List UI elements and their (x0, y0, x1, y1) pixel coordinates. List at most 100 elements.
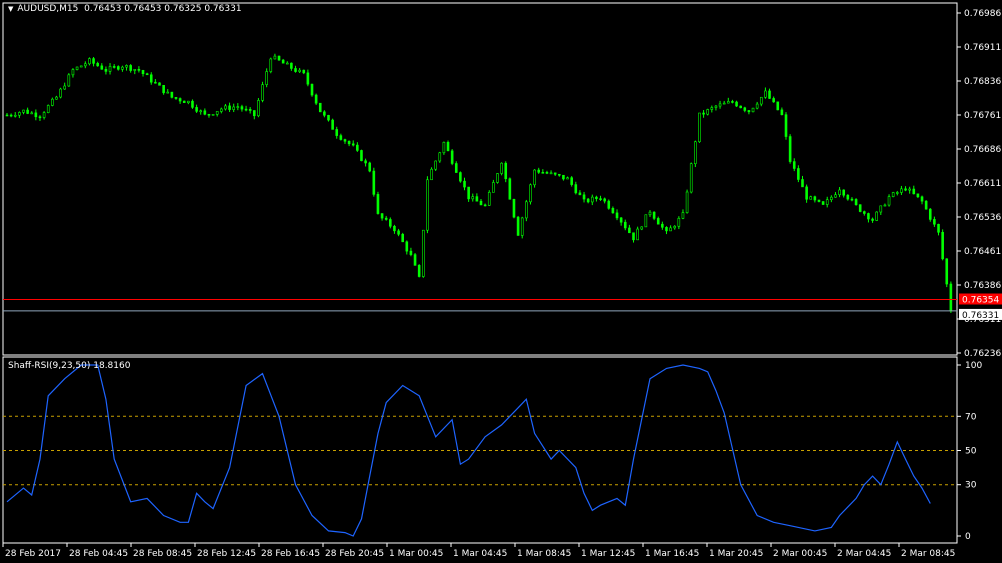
candle-body (611, 208, 615, 214)
candle-body (595, 196, 598, 199)
candle-body (302, 69, 306, 74)
candle-body (533, 169, 536, 186)
indicator-label: 30 (965, 481, 977, 491)
candle-body (438, 152, 442, 162)
candle-body (137, 69, 141, 71)
price-label: 0.76536 (964, 213, 1001, 223)
candle-body (154, 81, 157, 84)
candle-body (413, 254, 417, 266)
candle-body (182, 100, 186, 103)
candle-body (558, 173, 561, 176)
candle-body (830, 196, 833, 201)
time-label: 2 Mar 04:45 (837, 549, 891, 559)
candle-body (751, 107, 755, 113)
candle-body (615, 212, 619, 219)
candle-body (298, 69, 301, 72)
candle-body (817, 199, 821, 202)
triangle-down-icon[interactable]: ▼ (8, 5, 13, 13)
candle-body (63, 85, 67, 90)
candle-body (314, 94, 318, 104)
candle-body (623, 221, 627, 229)
candle-body (537, 169, 541, 173)
candle-body (446, 141, 450, 152)
candle-body (129, 65, 132, 71)
ask-tag-label: 0.76331 (962, 311, 999, 321)
candle-body (949, 283, 953, 312)
candle-body (854, 199, 858, 205)
price-label: 0.76461 (964, 247, 1001, 257)
candle-body (628, 227, 631, 234)
candle-body (104, 68, 108, 72)
candle-body (108, 66, 112, 72)
indicator-axis: 100 70 50 30 0 (957, 361, 982, 542)
indicator-title: Shaff-RSI(9,23,50) 18.8160 (8, 361, 131, 371)
candle-body (603, 198, 606, 202)
indicator-label: 70 (965, 412, 977, 422)
candle-body (924, 200, 928, 210)
price-frame (2, 2, 958, 356)
candle-body (5, 114, 9, 117)
candle-body (805, 186, 808, 200)
candle-body (586, 198, 590, 203)
candle-body (310, 83, 314, 96)
candle-body (13, 114, 17, 117)
candle-body (224, 105, 227, 110)
candle-body (578, 192, 582, 196)
candle-body (459, 172, 462, 182)
candle-body (364, 160, 367, 164)
candle-body (149, 74, 153, 83)
time-label: 1 Mar 04:45 (453, 549, 507, 559)
ohlc-values: 0.76453 0.76453 0.76325 0.76331 (84, 4, 242, 14)
candle-body (257, 100, 260, 117)
indicator-label: 0 (965, 532, 971, 542)
chart-canvas[interactable]: 0.76986 0.76911 0.76836 0.76761 0.76686 0.766… (0, 0, 1002, 563)
candle-body (496, 173, 499, 183)
candle-body (483, 204, 487, 207)
candle-body (937, 223, 940, 233)
candle-body (632, 232, 635, 241)
candle-body (133, 69, 137, 71)
candle-body (84, 63, 87, 67)
time-label: 28 Feb 04:45 (69, 549, 128, 559)
candle-body (640, 226, 644, 230)
candle-body (731, 101, 734, 103)
time-label: 2 Mar 08:45 (901, 549, 955, 559)
time-label: 2 Mar 00:45 (773, 549, 827, 559)
candle-body (529, 184, 532, 203)
candle-body (261, 84, 264, 101)
candle-body (772, 98, 775, 103)
candle-body (871, 218, 874, 221)
candle-body (290, 62, 293, 69)
candle-body (327, 114, 330, 121)
candle-body (516, 216, 520, 236)
price-label: 0.76761 (964, 111, 1001, 121)
candle-body (46, 105, 50, 113)
candle-body (916, 193, 920, 198)
candle-body (908, 188, 911, 191)
candle-body (351, 143, 355, 146)
candle-body (813, 196, 817, 201)
candle-body (335, 129, 339, 136)
indicator-label: 100 (965, 361, 982, 371)
candle-body (570, 177, 573, 185)
candle-body (727, 101, 730, 104)
candle-body (842, 189, 846, 196)
candle-body (677, 218, 681, 227)
candle-body (541, 172, 545, 174)
candle-body (900, 188, 903, 193)
candle-body (409, 250, 413, 255)
symbol-timeframe: AUDUSD,M15 (17, 4, 79, 14)
candle-body (619, 217, 623, 223)
candle-body (706, 109, 709, 115)
candle-body (895, 192, 899, 194)
candle-body (248, 109, 252, 111)
candle-body (215, 111, 219, 115)
candle-body (780, 109, 784, 116)
candle-body (867, 213, 870, 220)
candle-body (776, 101, 780, 111)
candle-body (67, 74, 71, 87)
time-label: 28 Feb 2017 (5, 549, 61, 559)
candle-body (228, 105, 231, 110)
candle-body (331, 119, 334, 130)
candle-body (166, 91, 170, 94)
